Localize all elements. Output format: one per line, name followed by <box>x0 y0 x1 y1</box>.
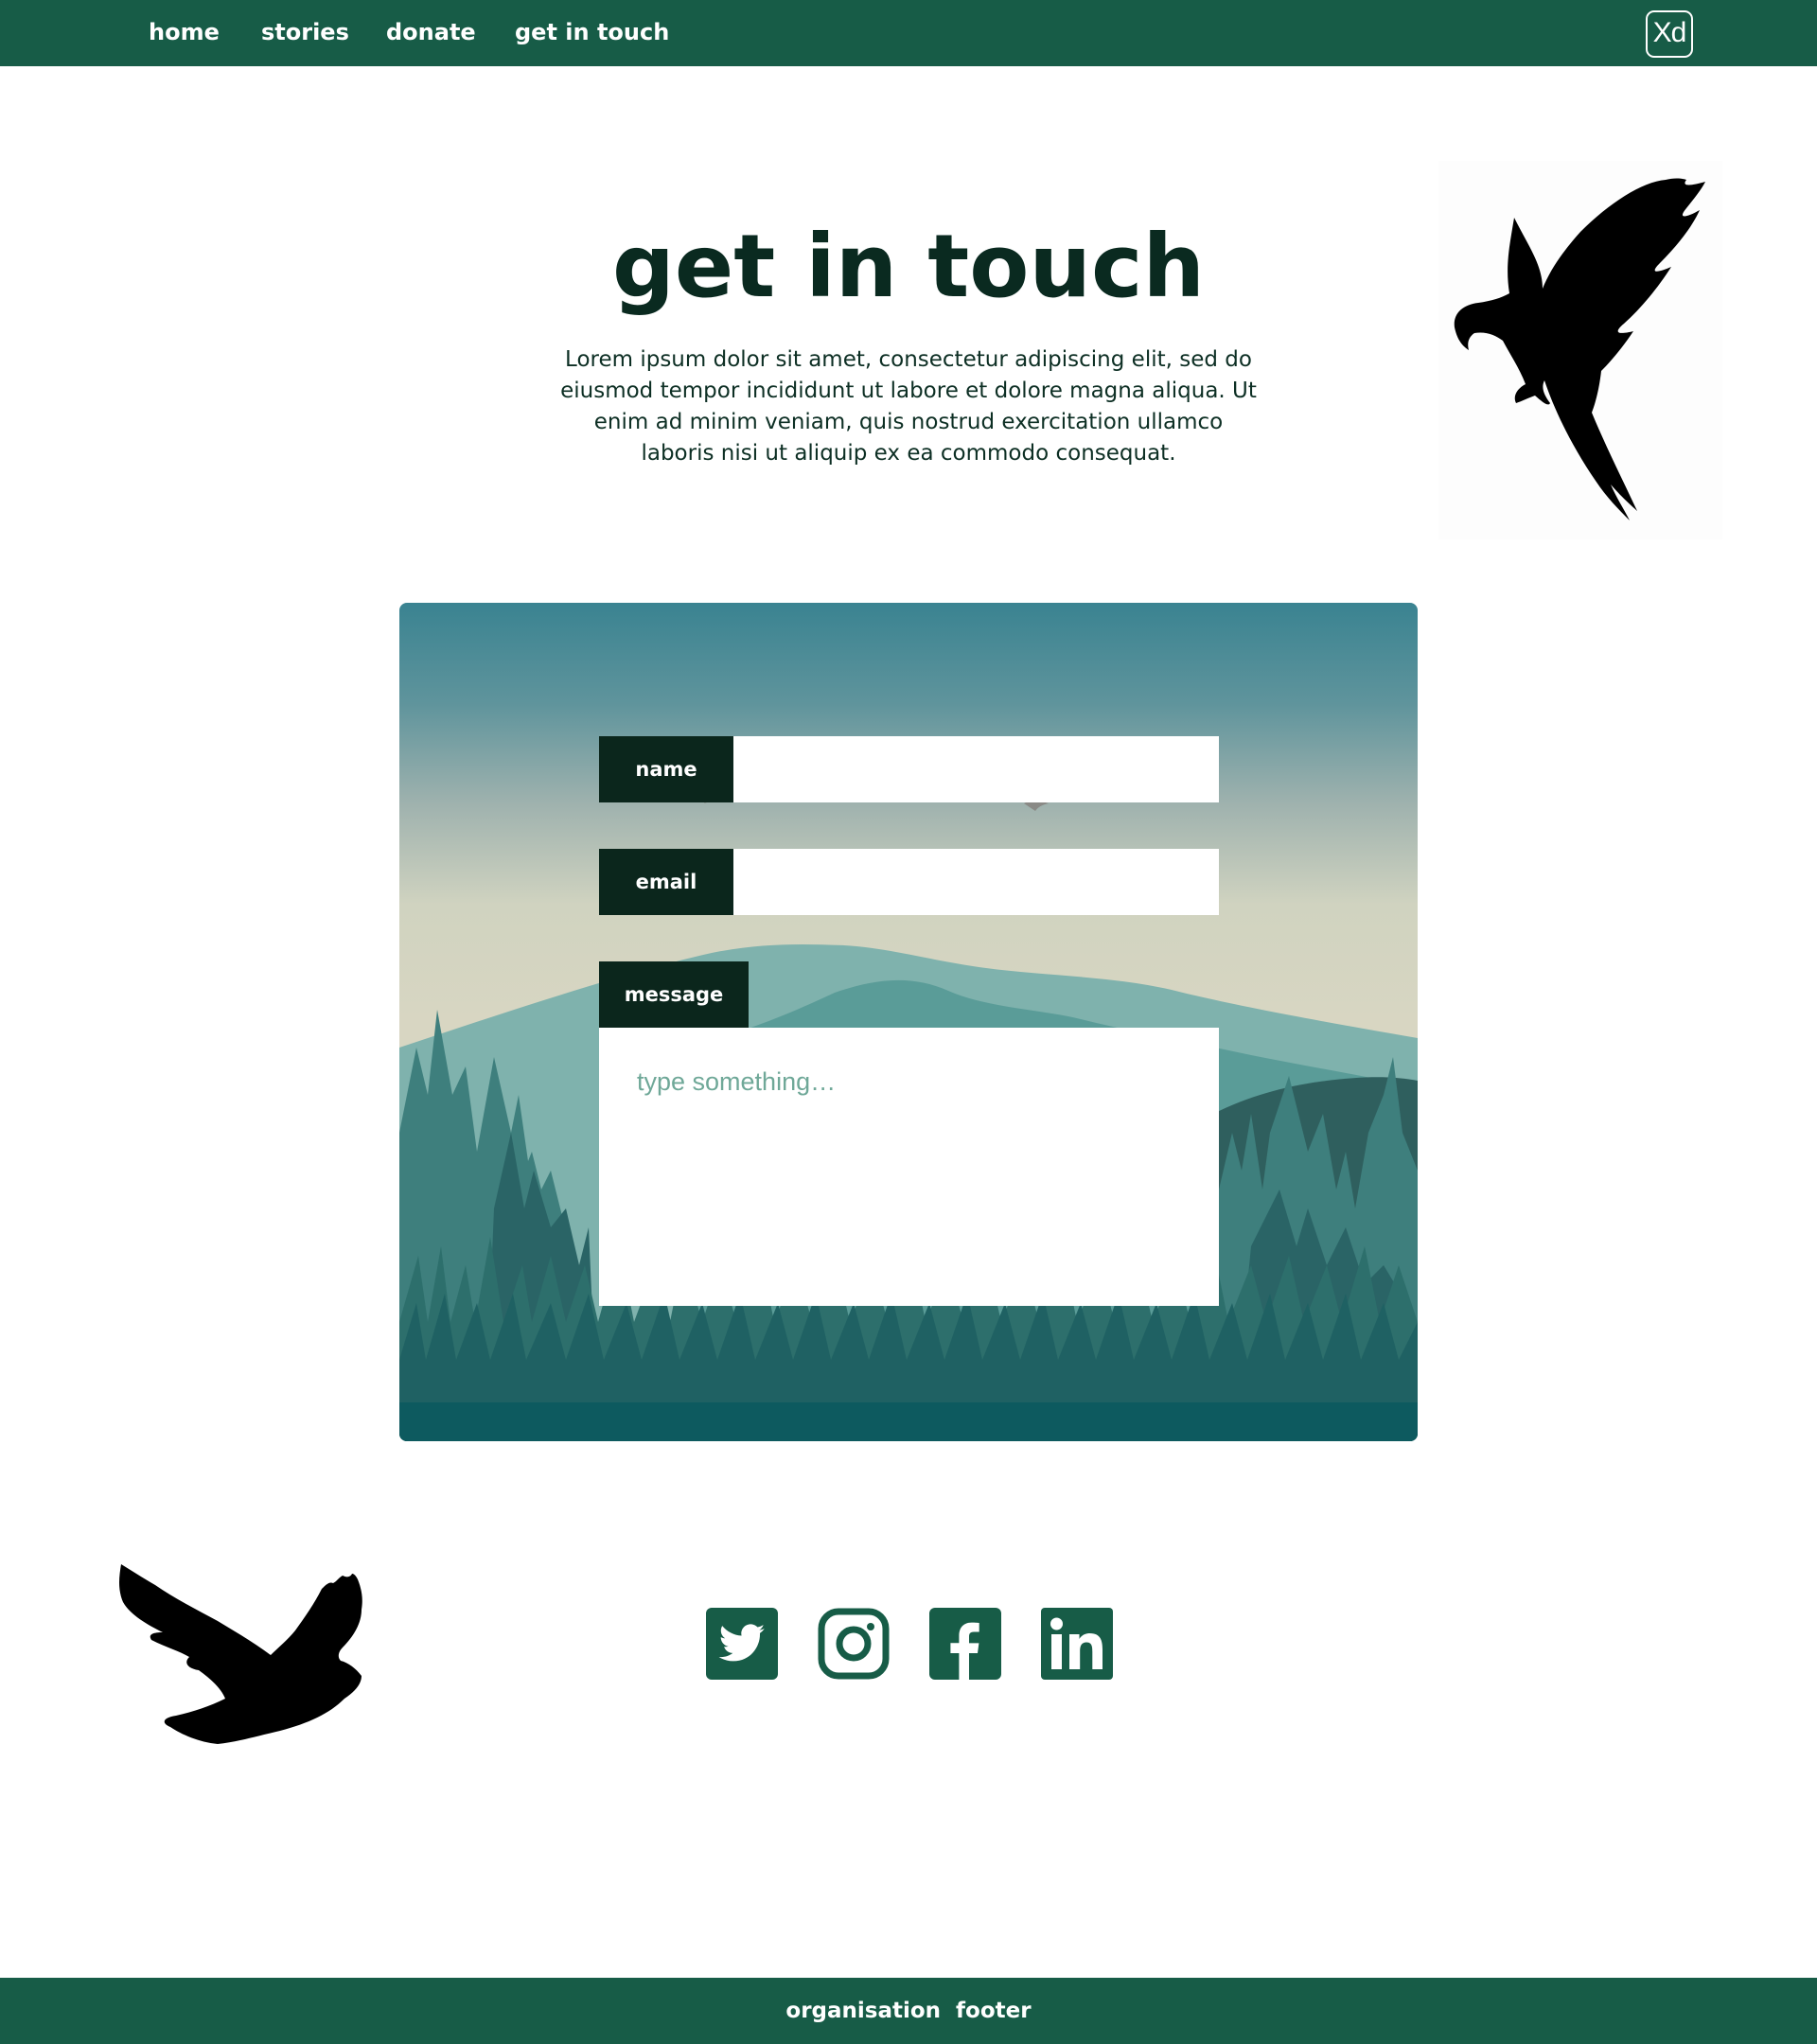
name-input[interactable] <box>733 736 1219 802</box>
linkedin-icon[interactable] <box>1041 1608 1113 1680</box>
email-label: email <box>599 849 733 915</box>
facebook-icon[interactable] <box>929 1608 1001 1680</box>
xd-logo-icon[interactable]: Xd <box>1646 10 1693 58</box>
footer-text: organisation footer <box>785 1999 1032 2023</box>
instagram-icon[interactable] <box>818 1608 890 1680</box>
intro-paragraph: Lorem ipsum dolor sit amet, consectetur … <box>560 347 1257 466</box>
nav-link-stories[interactable]: stories <box>261 17 349 47</box>
parrot-silhouette-icon <box>1438 161 1722 539</box>
twitter-icon[interactable] <box>706 1608 778 1680</box>
top-nav: home stories donate get in touch Xd <box>0 0 1817 66</box>
forest-landscape-background <box>399 603 1418 1441</box>
email-input[interactable] <box>733 849 1219 915</box>
footer: organisation footer <box>0 1978 1817 2044</box>
nav-link-get-in-touch[interactable]: get in touch <box>515 17 669 47</box>
page-title: get in touch <box>611 216 1206 317</box>
nav-link-home[interactable]: home <box>149 17 220 47</box>
message-label: message <box>599 961 749 1028</box>
message-textarea[interactable] <box>599 1028 1219 1306</box>
name-label: name <box>599 736 733 802</box>
contact-form-card: name email message <box>399 603 1418 1441</box>
eagle-silhouette-icon <box>114 1557 369 1755</box>
nav-link-donate[interactable]: donate <box>386 17 476 47</box>
